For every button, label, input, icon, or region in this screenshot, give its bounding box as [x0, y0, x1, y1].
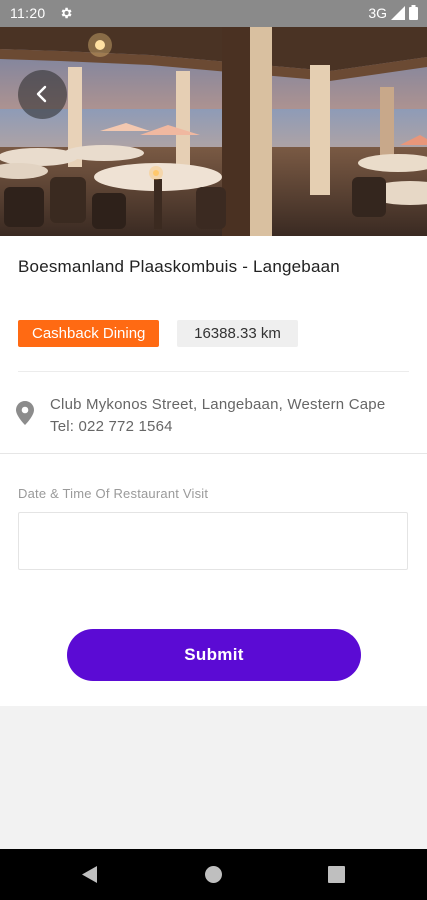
distance-badge: 16388.33 km — [177, 320, 298, 347]
visit-date-input[interactable] — [18, 512, 408, 570]
cashback-dining-tag: Cashback Dining — [18, 320, 160, 347]
battery-icon — [409, 5, 418, 20]
submit-button[interactable]: Submit — [67, 629, 361, 681]
home-circle-icon[interactable] — [205, 866, 222, 883]
map-pin-icon — [16, 401, 34, 425]
address-line: Club Mykonos Street, Langebaan, Western … — [50, 396, 386, 413]
status-bar: 11:20 3G — [0, 0, 427, 27]
hero-photo — [0, 27, 427, 236]
divider — [18, 371, 409, 372]
back-triangle-icon[interactable] — [81, 866, 98, 883]
restaurant-details-card: Boesmanland Plaaskombuis - Langebaan Cas… — [0, 236, 427, 706]
restaurant-hero-image — [0, 27, 427, 236]
phone-line: Tel: 022 772 1564 — [50, 418, 173, 435]
signal-icon — [391, 6, 405, 20]
gear-icon — [61, 7, 72, 19]
back-button[interactable] — [18, 70, 67, 119]
recents-square-icon[interactable] — [328, 866, 345, 883]
status-time: 11:20 — [10, 5, 46, 21]
network-type: 3G — [368, 5, 387, 21]
divider — [0, 453, 427, 454]
restaurant-name: Boesmanland Plaaskombuis - Langebaan — [18, 257, 340, 276]
system-nav-bar — [0, 849, 427, 900]
chevron-left-icon — [36, 85, 47, 103]
visit-date-label: Date & Time Of Restaurant Visit — [18, 486, 209, 501]
restaurant-address-block: Club Mykonos Street, Langebaan, Western … — [50, 394, 385, 438]
